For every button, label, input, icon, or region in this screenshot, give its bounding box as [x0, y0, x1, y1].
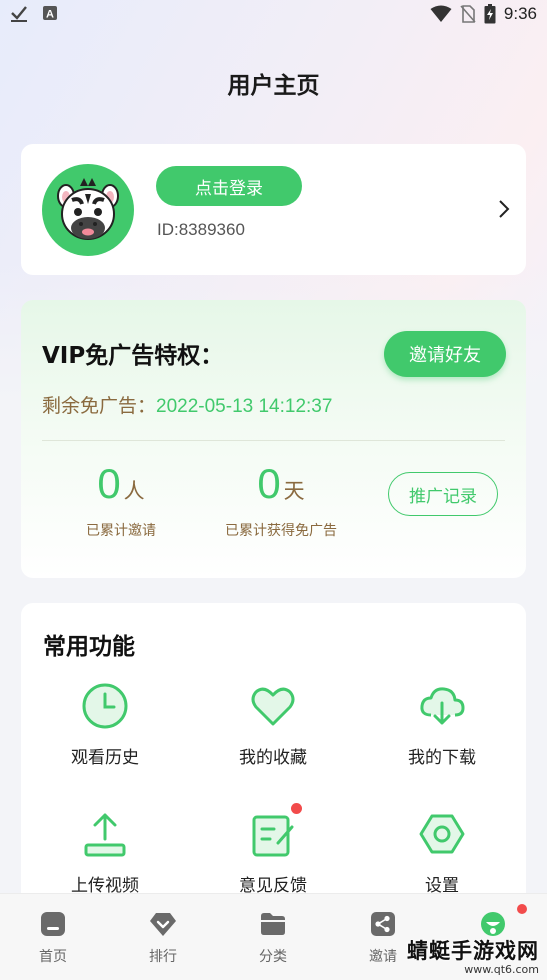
profile-face-icon [481, 912, 505, 936]
promotion-record-button[interactable]: 推广记录 [388, 472, 498, 516]
days-count: 0 [257, 460, 281, 507]
upload-icon [84, 813, 126, 857]
edit-note-icon [252, 815, 294, 857]
battery-charging-icon [484, 4, 496, 24]
func-feedback[interactable]: 意见反馈 [203, 803, 343, 896]
nav-label: 分类 [259, 949, 287, 965]
ad-free-remaining: 剩余免广告：2022-05-13 14:12:37 [42, 391, 332, 418]
watermark-text: 蜻蜓手游戏网 [407, 939, 539, 963]
login-button[interactable]: 点击登录 [156, 166, 302, 206]
invited-stat: 0人 已累计邀请 [61, 460, 181, 540]
watermark: 蜻蜓手游戏网 www.qt6.com [407, 935, 539, 976]
svg-text:A: A [46, 9, 54, 21]
cloud-download-icon [420, 687, 465, 725]
profile-card[interactable]: 点击登录 ID:8389360 [21, 144, 526, 275]
invite-friends-button[interactable]: 邀请好友 [384, 331, 506, 377]
vip-card: VIP免广告特权： 邀请好友 剩余免广告：2022-05-13 14:12:37… [21, 300, 526, 578]
diamond-icon [150, 913, 176, 936]
divider [42, 440, 505, 441]
no-sim-icon [460, 5, 476, 23]
invited-count: 0 [97, 460, 121, 507]
invited-label: 已累计邀请 [86, 523, 156, 539]
page-title: 用户主页 [227, 73, 320, 99]
status-time: 9:36 [503, 4, 537, 23]
clock-icon [82, 683, 128, 729]
folder-icon [261, 913, 285, 935]
wifi-icon [430, 5, 452, 22]
vip-title: VIP免广告特权： [42, 343, 224, 369]
func-favorites[interactable]: 我的收藏 [203, 681, 343, 768]
func-label: 观看历史 [71, 748, 139, 768]
nav-category[interactable]: 分类 [233, 910, 313, 966]
settings-hex-icon [419, 814, 465, 854]
functions-card: 常用功能 观看历史 我的收藏 我的下载 上传视频 意见反馈 设置 [21, 603, 526, 923]
func-label: 我的收藏 [239, 748, 307, 768]
user-id: ID:8389360 [157, 220, 245, 239]
text-a-icon: A [43, 6, 57, 21]
days-stat: 0天 已累计获得免广告 [211, 460, 351, 540]
nav-home[interactable]: 首页 [13, 910, 93, 966]
func-upload-video[interactable]: 上传视频 [35, 809, 175, 896]
nav-label: 排行 [149, 949, 177, 965]
func-downloads[interactable]: 我的下载 [372, 681, 512, 768]
notification-dot [517, 904, 527, 914]
remaining-label: 剩余免广告： [42, 395, 157, 417]
invited-unit: 人 [123, 479, 145, 503]
days-label: 已累计获得免广告 [225, 523, 337, 539]
func-watch-history[interactable]: 观看历史 [35, 681, 175, 768]
nav-label: 首页 [39, 949, 67, 965]
share-icon [371, 912, 395, 936]
nav-ranking[interactable]: 排行 [123, 910, 203, 966]
chevron-right-icon[interactable] [498, 199, 510, 219]
status-bar: A 9:36 [0, 0, 547, 30]
zebra-avatar[interactable] [42, 164, 134, 256]
notification-dot [291, 803, 302, 814]
bottom-nav: 首页 排行 分类 邀请 蜻蜓手游戏网 www.qt6.com [0, 893, 547, 980]
days-unit: 天 [283, 479, 305, 503]
check-icon [11, 6, 27, 22]
func-settings[interactable]: 设置 [372, 809, 512, 896]
remaining-value: 2022-05-13 14:12:37 [156, 396, 333, 417]
heart-icon [251, 687, 295, 726]
functions-title: 常用功能 [43, 634, 135, 660]
func-label: 我的下载 [408, 748, 476, 768]
home-icon [41, 912, 65, 936]
